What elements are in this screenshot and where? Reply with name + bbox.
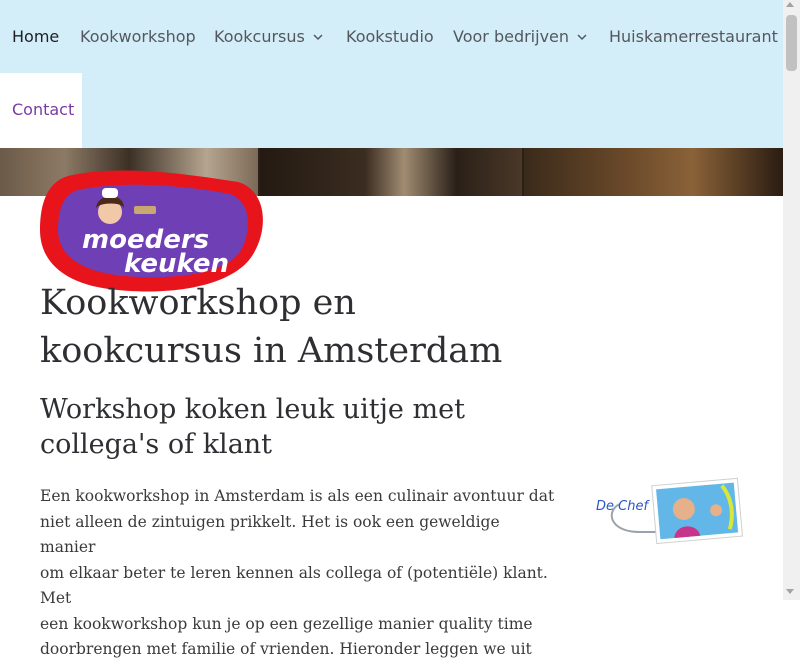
intro-paragraph: Een kookworkshop in Amsterdam is als een… bbox=[40, 484, 560, 663]
moeders-keuken-logo[interactable]: moeders keuken bbox=[38, 168, 266, 294]
nav-item-contact[interactable]: Contact bbox=[0, 73, 82, 148]
nav-item-huiskamerrestaurant[interactable]: Huiskamerrestaurant bbox=[609, 27, 778, 46]
paragraph-line: niet alleen de zintuigen prikkelt. Het i… bbox=[40, 512, 500, 557]
page-subtitle-line-2: collega's of klant bbox=[40, 429, 273, 460]
nav-item-kookcursus[interactable]: Kookcursus bbox=[214, 27, 323, 46]
paragraph-line: doorbrengen met familie of vrienden. Hie… bbox=[40, 640, 532, 658]
de-chef-badge[interactable]: De Chef bbox=[592, 476, 744, 544]
nav-item-voor-bedrijven[interactable]: Voor bedrijven bbox=[453, 27, 587, 46]
page-title-line-2: kookcursus in Amsterdam bbox=[40, 331, 503, 371]
hero-photo-cooking bbox=[260, 148, 522, 196]
chevron-down-icon bbox=[313, 34, 323, 41]
paragraph-line: Een kookworkshop in Amsterdam is als een… bbox=[40, 487, 555, 505]
logo-text-keuken: keuken bbox=[124, 249, 229, 279]
page-subtitle-line-1: Workshop koken leuk uitje met bbox=[40, 394, 465, 425]
de-chef-label: De Chef bbox=[596, 499, 650, 514]
page-subtitle: Workshop koken leuk uitje met collega's … bbox=[40, 392, 520, 462]
nav-item-voor-bedrijven-label: Voor bedrijven bbox=[453, 27, 570, 46]
nav-item-kookstudio[interactable]: Kookstudio bbox=[346, 27, 434, 46]
paragraph-line: om elkaar beter te leren kennen als coll… bbox=[40, 563, 548, 608]
nav-item-kookworkshop[interactable]: Kookworkshop bbox=[80, 27, 196, 46]
nav-item-home[interactable]: Home bbox=[12, 27, 59, 46]
nav-item-kookcursus-label: Kookcursus bbox=[214, 27, 305, 46]
nav-item-contact-label: Contact bbox=[12, 100, 75, 119]
scroll-down-arrow-icon[interactable] bbox=[786, 589, 794, 594]
main-navigation: Home Kookworkshop Kookcursus Kookstudio … bbox=[0, 0, 783, 148]
vertical-scrollbar[interactable] bbox=[783, 0, 800, 600]
page-title: Kookworkshop en kookcursus in Amsterdam bbox=[40, 279, 560, 375]
page-title-line-1: Kookworkshop en bbox=[40, 283, 356, 323]
paragraph-line: een kookworkshop kun je op een gezellige… bbox=[40, 614, 533, 633]
scrollbar-thumb[interactable] bbox=[786, 15, 797, 71]
scroll-up-arrow-icon[interactable] bbox=[786, 2, 794, 7]
chevron-down-icon bbox=[577, 34, 587, 41]
hero-photo-dining-table bbox=[524, 148, 783, 196]
